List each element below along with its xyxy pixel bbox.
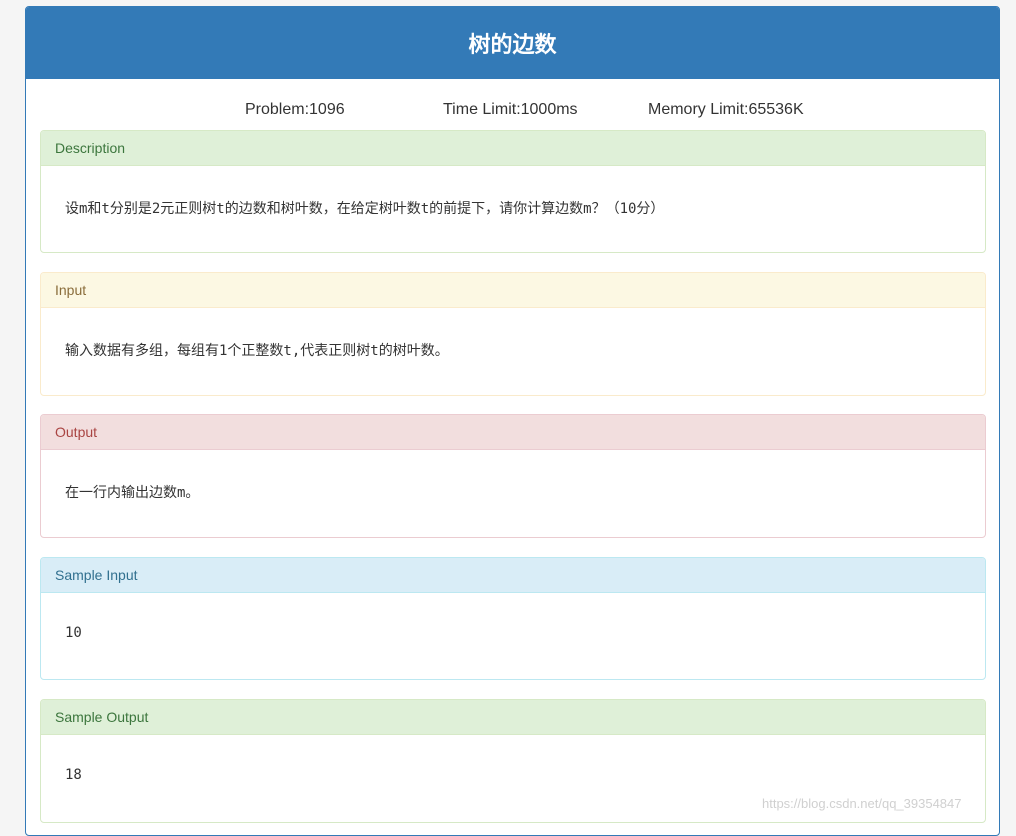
input-heading: Input	[41, 273, 985, 308]
sample-input-heading: Sample Input	[41, 558, 985, 593]
description-heading: Description	[41, 131, 985, 166]
description-body: 设m和t分别是2元正则树t的边数和树叶数，在给定树叶数t的前提下，请你计算边数m…	[65, 201, 665, 217]
sample-output-heading: Sample Output	[41, 700, 985, 735]
problem-id: Problem:1096	[245, 101, 345, 118]
description-panel: Description 设m和t分别是2元正则树t的边数和树叶数，在给定树叶数t…	[40, 130, 986, 253]
memory-limit: Memory Limit:65536K	[648, 101, 804, 118]
sample-input-body: 10	[65, 625, 82, 641]
problem-meta: Problem:1096 Time Limit:1000ms Memory Li…	[26, 101, 999, 123]
watermark: https://blog.csdn.net/qq_39354847	[762, 796, 962, 811]
input-panel: Input 输入数据有多组，每组有1个正整数t,代表正则树t的树叶数。	[40, 272, 986, 396]
time-limit: Time Limit:1000ms	[443, 101, 578, 118]
problem-title-bar: 树的边数	[26, 7, 999, 79]
output-panel: Output 在一行内输出边数m。	[40, 414, 986, 538]
output-heading: Output	[41, 415, 985, 450]
sample-input-panel: Sample Input 10	[40, 557, 986, 680]
problem-card: 树的边数 Problem:1096 Time Limit:1000ms Memo…	[25, 6, 1000, 836]
sample-output-body: 18	[65, 767, 82, 783]
output-body: 在一行内输出边数m。	[65, 485, 200, 501]
input-body: 输入数据有多组，每组有1个正整数t,代表正则树t的树叶数。	[65, 343, 449, 359]
problem-title: 树的边数	[468, 33, 557, 58]
